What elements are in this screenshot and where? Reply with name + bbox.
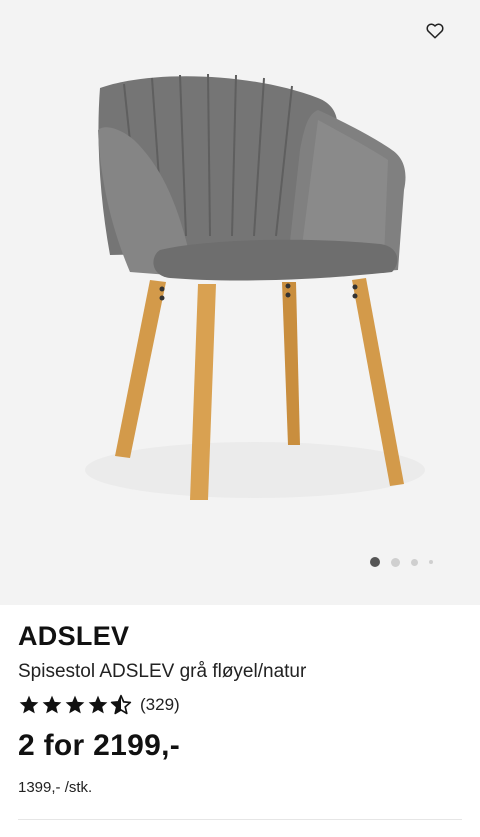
favorite-button[interactable]	[420, 16, 450, 46]
rating-stars	[18, 694, 132, 716]
product-card[interactable]: ADSLEV Spisestol ADSLEV grå fløyel/natur…	[0, 0, 480, 837]
carousel-dot-1[interactable]	[370, 557, 380, 567]
star-full-icon	[19, 695, 39, 714]
product-image-area[interactable]	[0, 0, 480, 605]
carousel-dot-2[interactable]	[391, 557, 400, 567]
star-half-icon	[110, 694, 132, 715]
product-brand[interactable]: ADSLEV	[18, 619, 462, 653]
product-image[interactable]	[0, 0, 480, 605]
review-count[interactable]: (329)	[140, 695, 180, 715]
star-full-icon	[88, 695, 108, 714]
carousel-dot-4[interactable]	[429, 560, 433, 564]
heart-outline-icon	[426, 23, 444, 39]
unit-price: 1399,- /stk.	[18, 779, 93, 796]
divider	[18, 819, 462, 820]
product-description[interactable]: Spisestol ADSLEV grå fløyel/natur	[18, 660, 462, 684]
product-price: 2 for 2199,-	[18, 729, 181, 762]
carousel-indicator[interactable]	[370, 557, 433, 567]
product-rating[interactable]: (329)	[18, 693, 462, 717]
product-info: ADSLEV Spisestol ADSLEV grå fløyel/natur…	[0, 605, 480, 796]
carousel-dot-3[interactable]	[411, 558, 418, 566]
star-full-icon	[65, 695, 85, 714]
star-full-icon	[42, 695, 62, 714]
